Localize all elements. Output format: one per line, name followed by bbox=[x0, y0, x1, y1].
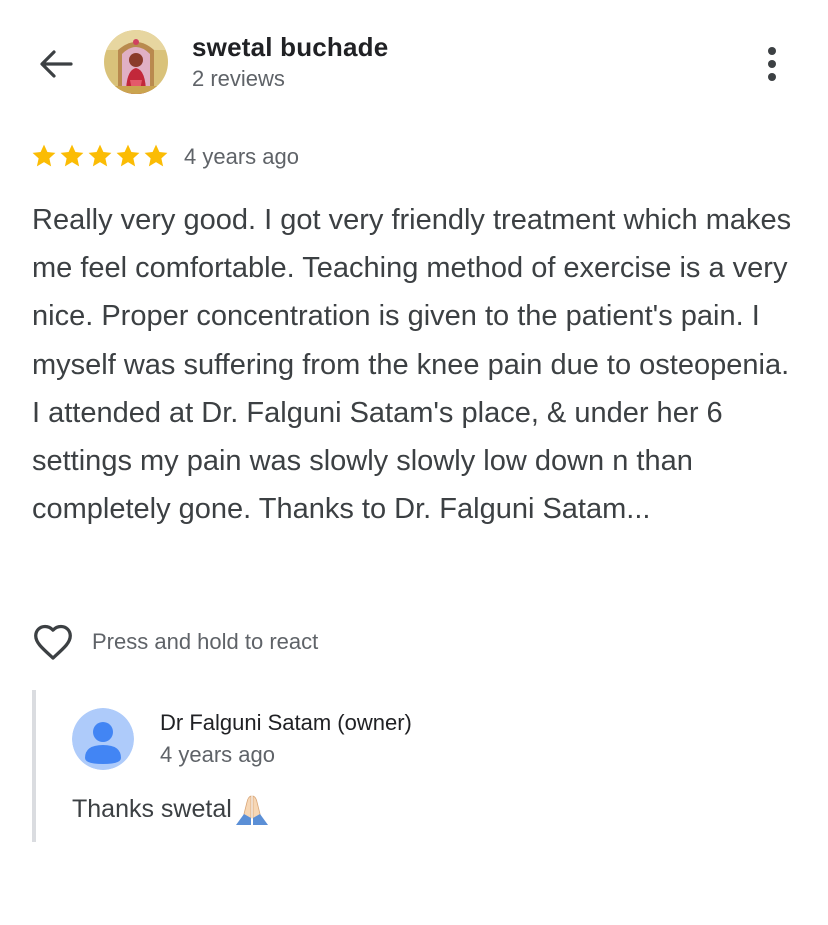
more-vertical-icon bbox=[768, 47, 776, 55]
default-person-avatar-icon bbox=[72, 708, 134, 770]
star-icon bbox=[144, 144, 168, 167]
star-icon bbox=[32, 144, 56, 167]
owner-name: Dr Falguni Satam (owner) bbox=[160, 710, 412, 735]
review-time: 4 years ago bbox=[184, 144, 299, 169]
star-icon bbox=[116, 144, 140, 167]
react-button[interactable] bbox=[30, 620, 76, 664]
owner-avatar[interactable] bbox=[72, 708, 134, 770]
profile-photo bbox=[104, 30, 168, 94]
heart-outline-icon bbox=[34, 624, 72, 660]
react-hint-label: Press and hold to react bbox=[92, 629, 319, 654]
owner-reply: Dr Falguni Satam (owner) 4 years ago Tha… bbox=[32, 690, 796, 842]
arrow-left-icon bbox=[40, 50, 73, 78]
react-row: Press and hold to react bbox=[30, 620, 318, 664]
back-button[interactable] bbox=[30, 40, 82, 88]
star-rating bbox=[30, 142, 170, 170]
more-vertical-icon-dot bbox=[768, 73, 776, 81]
owner-reply-text: Thanks swetal bbox=[72, 794, 232, 823]
star-icon bbox=[60, 144, 84, 167]
review-text: Really very good. I got very friendly tr… bbox=[32, 204, 792, 526]
owner-reply-time: 4 years ago bbox=[160, 742, 275, 767]
reviewer-name[interactable]: swetal buchade bbox=[192, 32, 388, 63]
owner-reply-text-row: Thanks swetal bbox=[72, 792, 270, 826]
more-vertical-icon-dot bbox=[768, 60, 776, 68]
more-options-button[interactable] bbox=[752, 40, 792, 88]
reviewer-avatar[interactable] bbox=[104, 30, 168, 94]
reviewer-review-count: 2 reviews bbox=[192, 66, 285, 91]
star-icon bbox=[88, 144, 112, 167]
folded-hands-icon bbox=[235, 795, 268, 825]
